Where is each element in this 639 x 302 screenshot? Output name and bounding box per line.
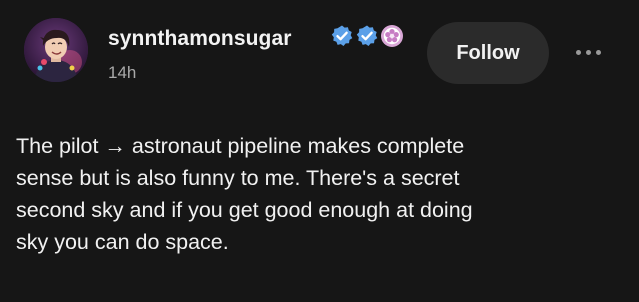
verified-checkmark-icon[interactable]: [330, 24, 354, 48]
post-timestamp: 14h: [108, 63, 137, 82]
post-text-line: second sky and if you get good enough at…: [16, 198, 473, 222]
dot: [595, 49, 601, 55]
post-text-line: sky you can do space.: [16, 230, 229, 254]
avatar-image: [24, 18, 88, 82]
dot: [575, 49, 581, 55]
verified-checkmark-icon[interactable]: [355, 24, 379, 48]
pink-flower-badge-icon[interactable]: [380, 24, 404, 48]
post-text-line: sense but is also funny to me. There's a…: [16, 166, 460, 190]
username[interactable]: synnthamonsugar: [108, 27, 292, 51]
post-text-line: The pilot → astronaut pipeline makes com…: [16, 134, 465, 158]
avatar[interactable]: [24, 18, 88, 82]
dot: [585, 49, 591, 55]
badges: [330, 24, 404, 48]
follow-button[interactable]: Follow: [427, 22, 549, 84]
post-card: synnthamonsugar 14h Follow The pilot → a…: [0, 0, 639, 302]
more-options-icon[interactable]: [568, 40, 608, 64]
post-body: The pilot → astronaut pipeline makes com…: [16, 130, 626, 258]
